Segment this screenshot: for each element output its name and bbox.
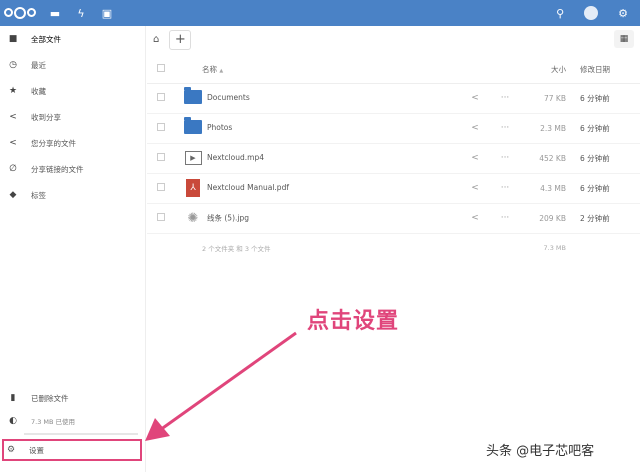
watermark: 头条 @电子芯吧客 <box>486 444 595 459</box>
annotation-text: 点击设置 <box>307 309 400 334</box>
annotation-arrow <box>145 331 297 441</box>
